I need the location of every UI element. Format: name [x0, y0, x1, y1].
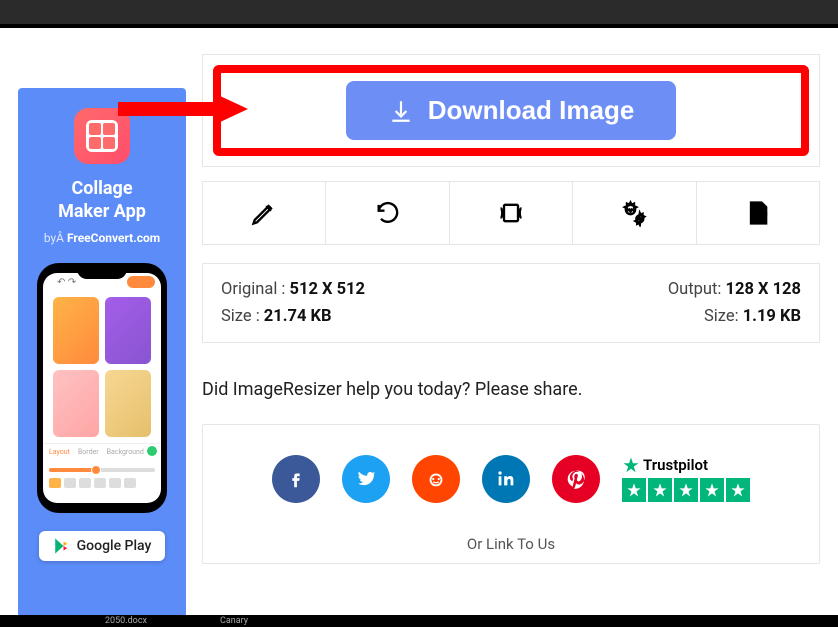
- output-dims: Output: 128 X 128: [668, 280, 801, 299]
- trustpilot-widget[interactable]: Trustpilot: [622, 456, 750, 502]
- phone-mockup: ↶ ↷ LayoutBorderBackground: [37, 263, 167, 513]
- pdf-tool[interactable]: PDF: [697, 181, 820, 245]
- svg-text:PDF: PDF: [753, 213, 766, 221]
- tool-toolbar: PDF: [202, 181, 820, 245]
- compress-tool[interactable]: [450, 181, 573, 245]
- sidebar-ad[interactable]: CollageMaker App byÂ FreeConvert.com ↶ ↷…: [18, 88, 186, 618]
- red-arrow-annotation: [118, 91, 248, 135]
- trustpilot-stars: [622, 478, 750, 502]
- compress-icon: [497, 199, 525, 227]
- download-icon: [388, 98, 414, 124]
- taskbar-item-canary[interactable]: Canary: [220, 616, 248, 626]
- pinterest-icon: [565, 468, 587, 490]
- trustpilot-star-icon: [622, 456, 640, 474]
- download-card: Download Image: [202, 54, 820, 167]
- undo-tool[interactable]: [326, 181, 449, 245]
- settings-icon: [620, 199, 648, 227]
- collage-byline: byÂ FreeConvert.com: [44, 231, 160, 245]
- pinterest-share[interactable]: [552, 455, 600, 503]
- original-dims: Original : 512 X 512: [221, 280, 365, 299]
- info-card: Original : 512 X 512 Size : 21.74 KB Out…: [202, 263, 820, 343]
- facebook-share[interactable]: [272, 455, 320, 503]
- browser-topbar: [0, 0, 838, 28]
- reddit-icon: [425, 468, 447, 490]
- reddit-share[interactable]: [412, 455, 460, 503]
- share-question: Did ImageResizer help you today? Please …: [202, 379, 820, 400]
- facebook-icon: [285, 468, 307, 490]
- settings-tool[interactable]: [573, 181, 696, 245]
- taskbar-item-docx[interactable]: 2050.docx: [105, 616, 147, 626]
- link-to-us-label: Or Link To Us: [221, 535, 801, 553]
- edit-tool[interactable]: [202, 181, 326, 245]
- undo-icon: [374, 199, 402, 227]
- pdf-icon: PDF: [744, 199, 772, 227]
- download-button[interactable]: Download Image: [346, 81, 677, 140]
- twitter-icon: [355, 468, 377, 490]
- original-size: Size : 21.74 KB: [221, 307, 365, 326]
- twitter-share[interactable]: [342, 455, 390, 503]
- output-size: Size: 1.19 KB: [668, 307, 801, 326]
- linkedin-share[interactable]: [482, 455, 530, 503]
- edit-icon: [250, 199, 278, 227]
- linkedin-icon: [495, 468, 517, 490]
- collage-app-title: CollageMaker App: [58, 178, 146, 223]
- google-play-button[interactable]: Google Play: [39, 531, 166, 561]
- share-card: Trustpilot Or Link To Us: [202, 424, 820, 564]
- red-highlight-box: Download Image: [213, 65, 809, 156]
